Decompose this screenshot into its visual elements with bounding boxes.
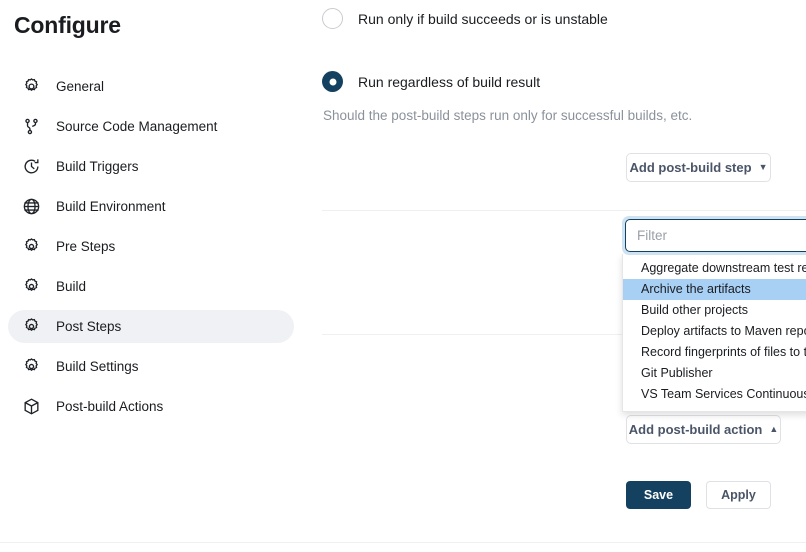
chevron-up-icon: ▲ xyxy=(769,424,779,434)
menu-item[interactable]: Record fingerprints of files to track us… xyxy=(623,342,806,363)
radio-option-run-on-success[interactable]: Run only if build succeeds or is unstabl… xyxy=(322,8,608,29)
filter-input[interactable] xyxy=(625,219,806,252)
section-divider xyxy=(322,210,806,211)
radio-button-selected[interactable] xyxy=(322,71,343,92)
radio-option-run-regardless[interactable]: Run regardless of build result xyxy=(322,71,540,92)
gear-icon xyxy=(20,316,42,338)
sidebar-item-label: Post-build Actions xyxy=(56,399,164,414)
sidebar-item-label: General xyxy=(56,79,105,94)
gear-icon xyxy=(20,236,42,258)
post-build-action-dropdown: Aggregate downstream test results Archiv… xyxy=(622,216,806,412)
menu-item[interactable]: Aggregate downstream test results xyxy=(623,258,806,279)
dropdown-menu: Aggregate downstream test results Archiv… xyxy=(622,254,806,412)
sidebar-item-label: Build Triggers xyxy=(56,159,139,174)
menu-item[interactable]: Deploy artifacts to Maven repository xyxy=(623,321,806,342)
sidebar: Configure General Source Code Management… xyxy=(0,0,300,552)
sidebar-item-build[interactable]: Build xyxy=(8,270,294,303)
add-post-build-step-button[interactable]: Add post-build step ▼ xyxy=(626,153,771,182)
sidebar-item-label: Source Code Management xyxy=(56,119,218,134)
add-post-build-action-button[interactable]: Add post-build action ▲ xyxy=(626,415,781,444)
sidebar-item-label: Build Environment xyxy=(56,199,166,214)
radio-button[interactable] xyxy=(322,8,343,29)
filter-input-wrapper xyxy=(622,216,806,255)
save-button[interactable]: Save xyxy=(626,481,691,509)
configure-page: Configure General Source Code Management… xyxy=(0,0,806,552)
radio-label: Run only if build succeeds or is unstabl… xyxy=(358,10,608,27)
menu-item-selected[interactable]: Archive the artifacts xyxy=(623,279,806,300)
page-title: Configure xyxy=(14,12,121,38)
clock-icon xyxy=(20,156,42,178)
sidebar-item-label: Build xyxy=(56,279,87,294)
sidebar-item-build-environment[interactable]: Build Environment xyxy=(8,190,294,223)
sidebar-item-label: Pre Steps xyxy=(56,239,116,254)
gear-icon xyxy=(20,276,42,298)
menu-item[interactable]: Git Publisher xyxy=(623,363,806,384)
apply-button[interactable]: Apply xyxy=(706,481,771,509)
package-icon xyxy=(20,396,42,418)
globe-icon xyxy=(20,196,42,218)
sidebar-item-post-build-actions[interactable]: Post-build Actions xyxy=(8,390,294,423)
sidebar-item-build-settings[interactable]: Build Settings xyxy=(8,350,294,383)
sidebar-item-build-triggers[interactable]: Build Triggers xyxy=(8,150,294,183)
sidebar-item-label: Build Settings xyxy=(56,359,139,374)
radio-label: Run regardless of build result xyxy=(358,73,541,90)
sidebar-item-general[interactable]: General xyxy=(8,70,294,103)
chevron-down-icon: ▼ xyxy=(758,162,768,172)
menu-item[interactable]: VS Team Services Continuous Deployment xyxy=(623,384,806,405)
footer-divider xyxy=(0,542,806,543)
sidebar-item-pre-steps[interactable]: Pre Steps xyxy=(8,230,294,263)
sidebar-item-label: Post Steps xyxy=(56,319,122,334)
sidebar-item-source-code-management[interactable]: Source Code Management xyxy=(8,110,294,143)
main-content: Run only if build succeeds or is unstabl… xyxy=(300,0,806,552)
menu-item[interactable]: Build other projects xyxy=(623,300,806,321)
git-branch-icon xyxy=(20,116,42,138)
add-post-build-action-label: Add post-build action xyxy=(628,422,763,437)
sidebar-item-post-steps[interactable]: Post Steps xyxy=(8,310,294,343)
gear-icon xyxy=(20,356,42,378)
add-post-build-step-label: Add post-build step xyxy=(629,160,752,175)
sidebar-nav: General Source Code Management Build Tri… xyxy=(8,70,294,430)
gear-icon xyxy=(20,76,42,98)
help-text: Should the post-build steps run only for… xyxy=(323,108,693,123)
